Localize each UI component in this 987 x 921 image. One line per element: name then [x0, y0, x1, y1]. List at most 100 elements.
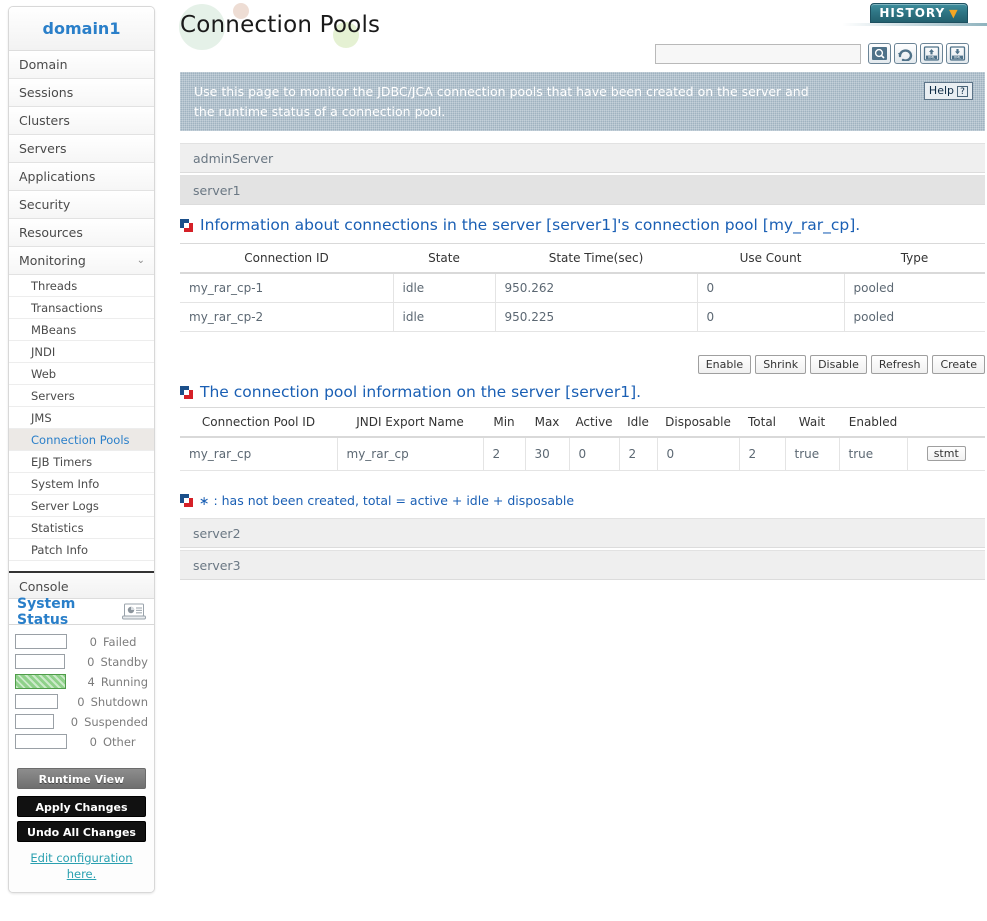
footnote-text: ∗ : has not been created, total = active… — [199, 493, 575, 508]
cell-connection-pool-id: my_rar_cp — [180, 437, 338, 471]
runtime-view-button[interactable]: Runtime View — [17, 768, 146, 789]
sidebar-item-clusters[interactable]: Clusters — [9, 107, 154, 135]
connections-table: Connection ID State State Time(sec) Use … — [180, 243, 985, 332]
sidebar-subitem-web[interactable]: Web — [9, 363, 154, 385]
th-enabled: Enabled — [839, 407, 907, 438]
help-button[interactable]: Help ? — [923, 82, 973, 100]
server-row-server1[interactable]: server1 — [180, 175, 985, 205]
pool-section-heading: The connection pool information on the s… — [180, 383, 641, 401]
server-row-label: server2 — [193, 526, 241, 541]
sidebar-subitem-ejb-timers[interactable]: EJB Timers — [9, 451, 154, 473]
sidebar-subitem-label: System Info — [31, 477, 100, 491]
cell-active: 0 — [569, 437, 620, 471]
refresh-button[interactable]: Refresh — [870, 355, 929, 374]
status-label: Standby — [100, 654, 148, 669]
cell-enabled: true — [839, 437, 908, 471]
sidebar-subitem-statistics[interactable]: Statistics — [9, 517, 154, 539]
sidebar-subitem-threads[interactable]: Threads — [9, 275, 154, 297]
server-row-server2[interactable]: server2 — [180, 518, 985, 548]
search-icon[interactable] — [868, 43, 891, 64]
search-input[interactable] — [655, 43, 861, 64]
th-connection-id: Connection ID — [180, 243, 393, 274]
status-label: Shutdown — [90, 694, 148, 709]
sidebar: domain1 Domain Sessions Clusters Servers… — [8, 6, 155, 893]
th-actions — [907, 407, 985, 438]
status-bar — [15, 714, 54, 729]
section-marker-icon — [180, 494, 193, 507]
status-bar — [15, 734, 67, 749]
status-count: 0 — [70, 714, 79, 729]
th-state-time: State Time(sec) — [495, 243, 697, 274]
cell-state: idle — [393, 273, 496, 303]
sidebar-nav-card: domain1 Domain Sessions Clusters Servers… — [8, 6, 155, 893]
status-label: Other — [103, 734, 136, 749]
question-mark-icon: ? — [957, 85, 968, 97]
sidebar-subitem-servers[interactable]: Servers — [9, 385, 154, 407]
table-row[interactable]: my_rar_cp-2 idle 950.225 0 pooled — [180, 302, 985, 332]
sidebar-item-label: Clusters — [19, 113, 70, 128]
sidebar-item-resources[interactable]: Resources — [9, 219, 154, 247]
shrink-button[interactable]: Shrink — [755, 355, 807, 374]
cell-type: pooled — [844, 302, 985, 332]
sidebar-subitem-label: MBeans — [31, 323, 77, 337]
sidebar-subitem-server-logs[interactable]: Server Logs — [9, 495, 154, 517]
cell-connection-id: my_rar_cp-1 — [180, 273, 394, 303]
sidebar-subitem-patch-info[interactable]: Patch Info — [9, 539, 154, 561]
main-content: Connection Pools HISTORY ▼ XML XML Use t… — [178, 0, 987, 921]
th-jndi-export-name: JNDI Export Name — [337, 407, 483, 438]
table-row[interactable]: my_rar_cp-1 idle 950.262 0 pooled — [180, 273, 985, 303]
sidebar-item-servers[interactable]: Servers — [9, 135, 154, 163]
xml-download-icon[interactable]: XML — [946, 43, 969, 64]
xml-upload-icon[interactable]: XML — [920, 43, 943, 64]
sidebar-item-label: Domain — [19, 57, 68, 72]
th-total: Total — [739, 407, 785, 438]
disable-button[interactable]: Disable — [810, 355, 867, 374]
sidebar-item-security[interactable]: Security — [9, 191, 154, 219]
sidebar-subitem-label: Connection Pools — [31, 433, 130, 447]
sidebar-subitem-label: Threads — [31, 279, 78, 293]
enable-button[interactable]: Enable — [697, 355, 752, 374]
cell-state-time: 950.225 — [495, 302, 698, 332]
server-row-adminserver[interactable]: adminServer — [180, 143, 985, 173]
section-heading-text: Information about connections in the ser… — [200, 216, 861, 234]
create-button[interactable]: Create — [932, 355, 985, 374]
sidebar-subitem-label: Web — [31, 367, 57, 381]
sidebar-subitem-label: JMS — [31, 411, 52, 425]
sidebar-subitem-mbeans[interactable]: MBeans — [9, 319, 154, 341]
cell-state: idle — [393, 302, 496, 332]
sidebar-subitem-label: JNDI — [31, 345, 56, 359]
status-row-suspended: 0 Suspended — [15, 712, 148, 731]
sidebar-item-label: Applications — [19, 169, 96, 184]
cell-jndi-export-name: my_rar_cp — [337, 437, 484, 471]
sidebar-subitem-connection-pools[interactable]: Connection Pools — [9, 429, 154, 451]
server-row-server3[interactable]: server3 — [180, 550, 985, 580]
toolbar: XML XML — [655, 43, 969, 64]
undo-all-changes-button[interactable]: Undo All Changes — [17, 821, 146, 842]
sidebar-actions: Runtime View Apply Changes Undo All Chan… — [9, 760, 154, 892]
status-count: 4 — [87, 674, 95, 689]
edit-configuration-link[interactable]: Edit configuration here. — [17, 850, 146, 882]
cell-actions: stmt — [907, 437, 985, 471]
status-bar — [15, 634, 67, 649]
sidebar-subitem-system-info[interactable]: System Info — [9, 473, 154, 495]
sidebar-item-sessions[interactable]: Sessions — [9, 79, 154, 107]
th-wait: Wait — [785, 407, 839, 438]
sidebar-item-label: Resources — [19, 225, 83, 240]
sidebar-subitem-jms[interactable]: JMS — [9, 407, 154, 429]
status-row-standby: 0 Standby — [15, 652, 148, 671]
sidebar-subitem-transactions[interactable]: Transactions — [9, 297, 154, 319]
stmt-button[interactable]: stmt — [926, 446, 966, 461]
refresh-icon[interactable] — [894, 43, 917, 64]
history-button[interactable]: HISTORY ▼ — [870, 3, 968, 23]
sidebar-subitem-jndi[interactable]: JNDI — [9, 341, 154, 363]
sidebar-item-domain[interactable]: Domain — [9, 51, 154, 79]
th-active: Active — [569, 407, 619, 438]
sidebar-item-monitoring[interactable]: Monitoring ⌄ — [9, 247, 154, 275]
table-row[interactable]: my_rar_cp my_rar_cp 2 30 0 2 0 2 true tr… — [180, 437, 985, 471]
sidebar-item-applications[interactable]: Applications — [9, 163, 154, 191]
system-status-title: System Status — [17, 595, 76, 628]
cell-idle: 2 — [619, 437, 658, 471]
apply-changes-button[interactable]: Apply Changes — [17, 796, 146, 817]
pool-table: Connection Pool ID JNDI Export Name Min … — [180, 407, 985, 471]
system-status-header: System Status — [9, 595, 154, 628]
